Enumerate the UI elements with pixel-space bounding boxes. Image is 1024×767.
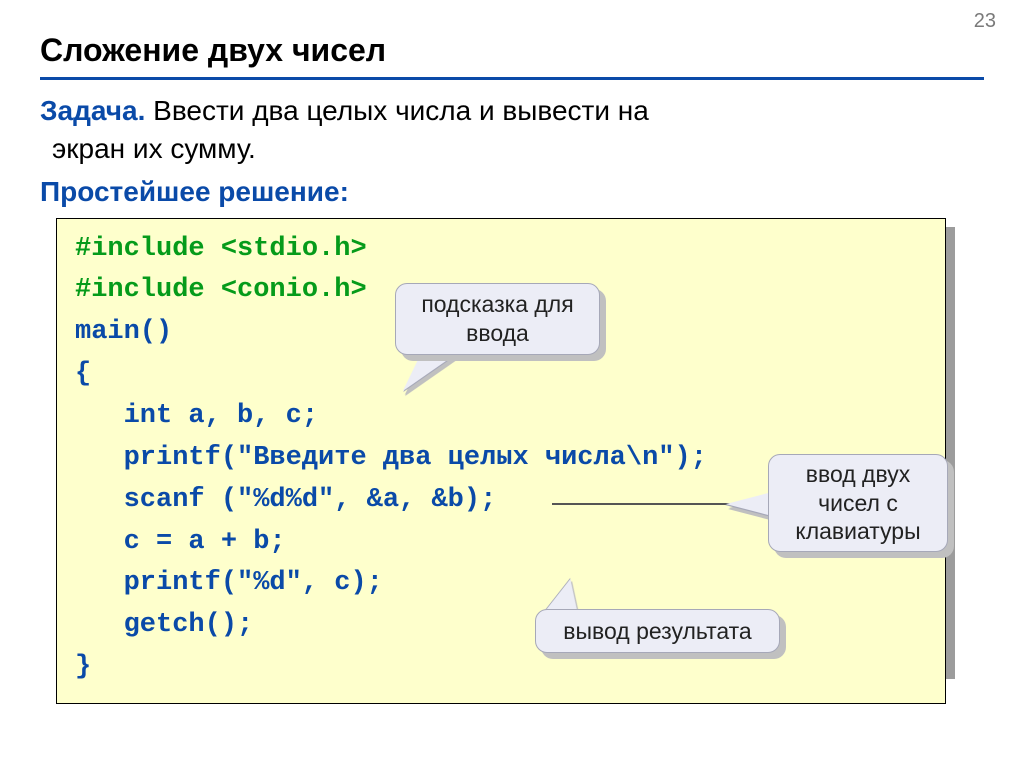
code-brace-open: { <box>75 359 91 389</box>
task-label: Задача. <box>40 95 145 126</box>
code-line3: scanf ("%d%d", &a, &b); <box>75 485 496 515</box>
task-text-2: экран их сумму. <box>40 133 256 164</box>
solution-label: Простейшее решение: <box>40 176 984 208</box>
code-include1: #include <stdio.h> <box>75 234 367 264</box>
code-brace-close: } <box>75 652 91 682</box>
task-text-1: Ввести два целых числа и вывести на <box>145 95 648 126</box>
code-line2: printf("Введите два целых числа\n"); <box>75 443 707 473</box>
title-divider <box>40 77 984 80</box>
callout-output-result: вывод результата <box>535 609 780 653</box>
code-line6: getch(); <box>75 610 253 640</box>
page-number: 23 <box>974 10 996 33</box>
code-line4: c = a + b; <box>75 527 286 557</box>
connector-line <box>552 503 734 505</box>
code-line1: int a, b, c; <box>75 401 318 431</box>
code-line5: printf("%d", c); <box>75 568 383 598</box>
slide-title: Сложение двух чисел <box>40 32 984 69</box>
callout-input-two-numbers: ввод двух чисел с клавиатуры <box>768 454 948 552</box>
callout-hint-input: подсказка для ввода <box>395 283 600 355</box>
task-description: Задача. Ввести два целых числа и вывести… <box>40 92 984 168</box>
code-main: main() <box>75 317 172 347</box>
callout-tail-2 <box>726 492 772 516</box>
code-include2: #include <conio.h> <box>75 275 367 305</box>
